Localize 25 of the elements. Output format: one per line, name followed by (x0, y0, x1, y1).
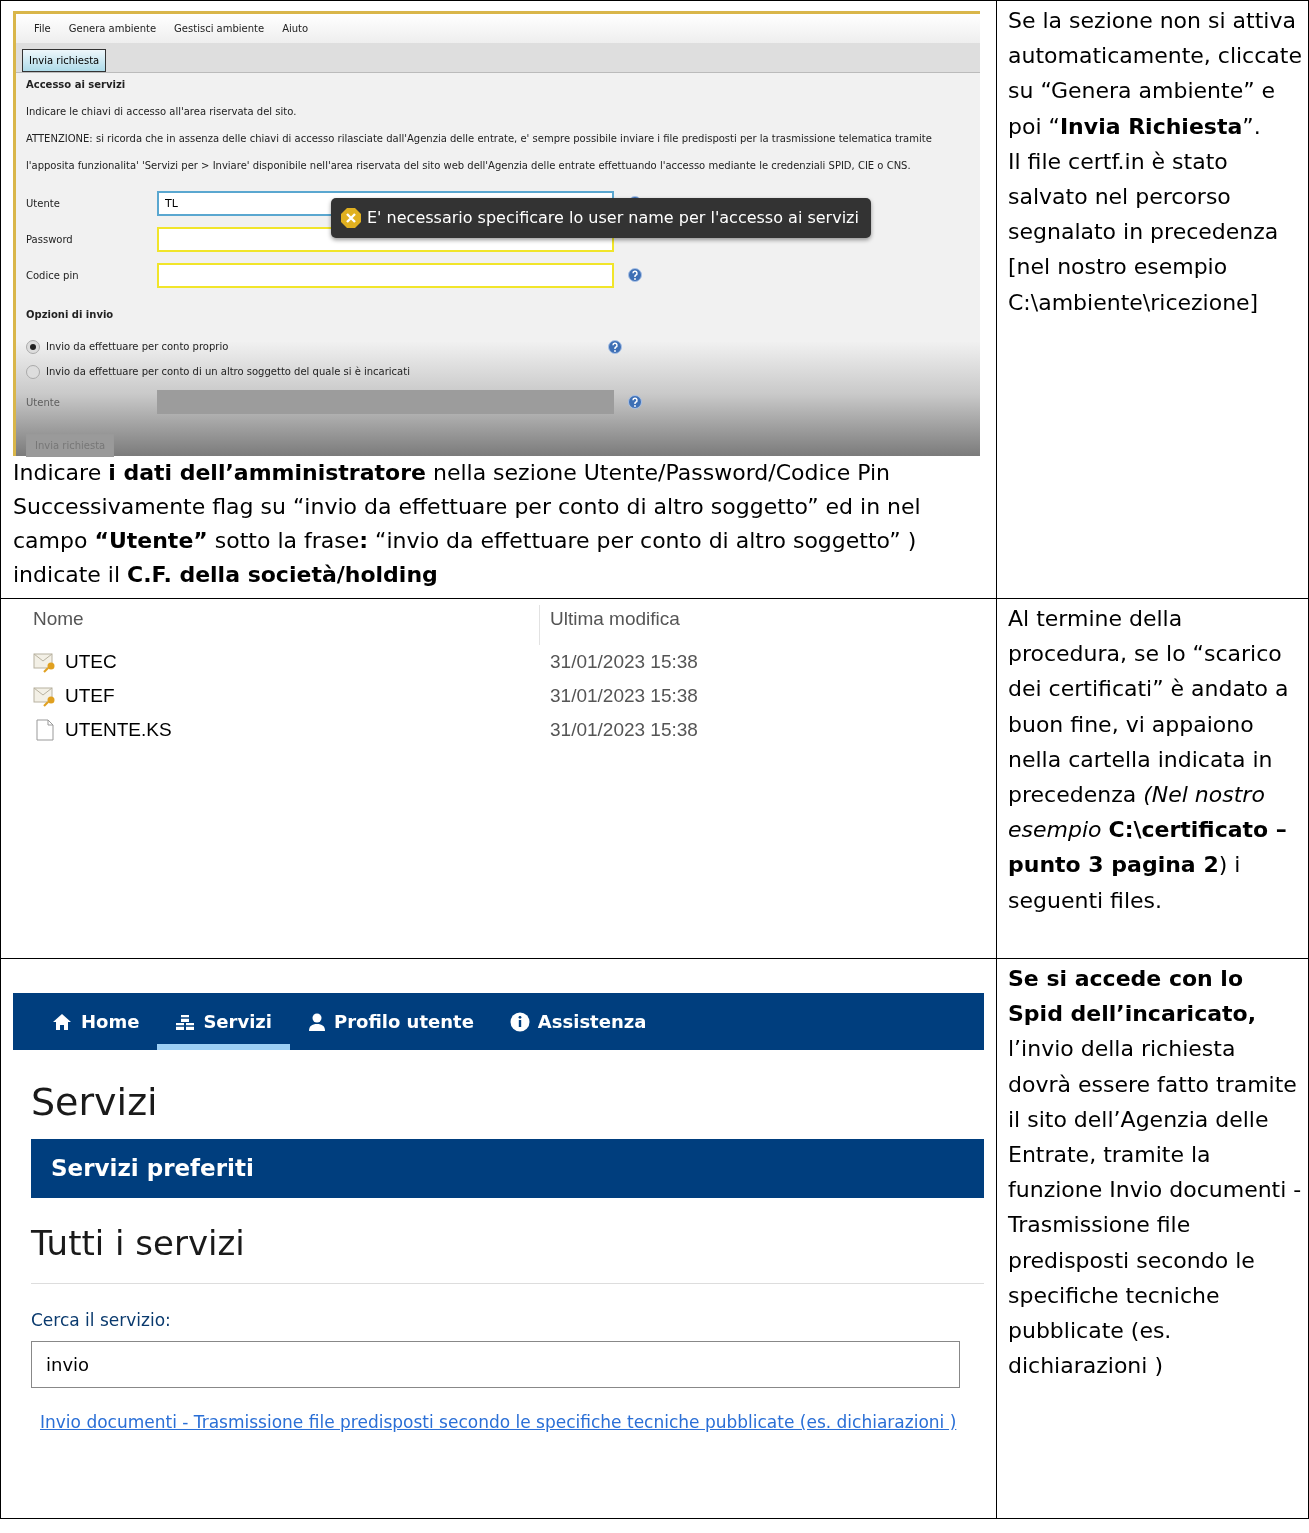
search-label: Cerca il servizio: (31, 1308, 172, 1332)
page-title: Servizi (31, 1079, 159, 1126)
section-header: Servizi preferiti (31, 1139, 984, 1198)
file-date: 31/01/2023 15:38 (549, 649, 698, 674)
field-label: Utente (26, 395, 61, 410)
note-text: Il file certf.in è stato salvato nel percorso segnalato in precedenza [nel nostro esempio C:\ambiente\ricezione] (1008, 147, 1280, 317)
file-date: 31/01/2023 15:38 (549, 717, 698, 742)
field-label: Password (26, 232, 74, 247)
file-date: 31/01/2023 15:38 (549, 683, 698, 708)
field-label: Utente (26, 196, 61, 211)
option-label: Invio da effettuare per conto proprio (46, 340, 229, 354)
warning-text: ATTENZIONE: si ricorda che in assenza delle chiavi di accesso rilasciate dall'Agenzia delle entrate, e' sempre possibile inviare i file predisposti per la trasmissione telematica tramite (26, 132, 933, 146)
field-label: Codice pin (26, 268, 80, 283)
caption-text: Indicare i dati dell’amministratore nella sezione Utente/Password/Codice Pin (13, 459, 892, 487)
note-text: Se la sezione non si attiva automaticamente, cliccate su “Genera ambiente” e poi “Invia Richiesta”. (1008, 7, 1303, 141)
note-text: Se si accede con lo Spid dell’incaricato, l’invio della richiesta dovrà essere fatto tramite il sito dell’Agenzia delle Entrate, tramite la funzione Invio documenti - Trasmissione file predisposti secondo le specifiche tecniche pubblicate (es. dichiarazioni ) (1008, 965, 1303, 1381)
options-title: Opzioni di invio (26, 308, 115, 322)
note-text: Al termine della procedura, se lo “scarico dei certificati” è andato a buon fine, vi appaiono nella cartella indicata in precedenza (Nel nostro esempio C:\certificato – punto 3 pagina 2) i seguenti files. (1008, 605, 1290, 915)
caption-text: Successivamente flag su “invio da effettuare per conto di altro soggetto” ed in nel campo “Utente” sotto la frase: “invio da effettuare per conto di altro soggetto” ) indicate il C.F. della società/holding (13, 493, 922, 590)
warning-text: l'apposita funzionalita' 'Servizi per > Inviare' disponibile nell'area riservata del sito web dell'Agenzia delle entrate effettuando l'accesso mediante le credenziali SPID, CIE o CNS. (26, 159, 912, 173)
section-title: Tutti i servizi (31, 1221, 246, 1265)
section-title: Accesso ai servizi (26, 78, 127, 92)
option-label: Invio da effettuare per conto di un altro soggetto del quale si è incaricati (46, 365, 410, 379)
intro-text: Indicare le chiavi di accesso all'area riservata del sito. (26, 105, 298, 119)
tooltip-text: E' necessario specificare lo user name per l'accesso ai servizi (367, 207, 859, 229)
